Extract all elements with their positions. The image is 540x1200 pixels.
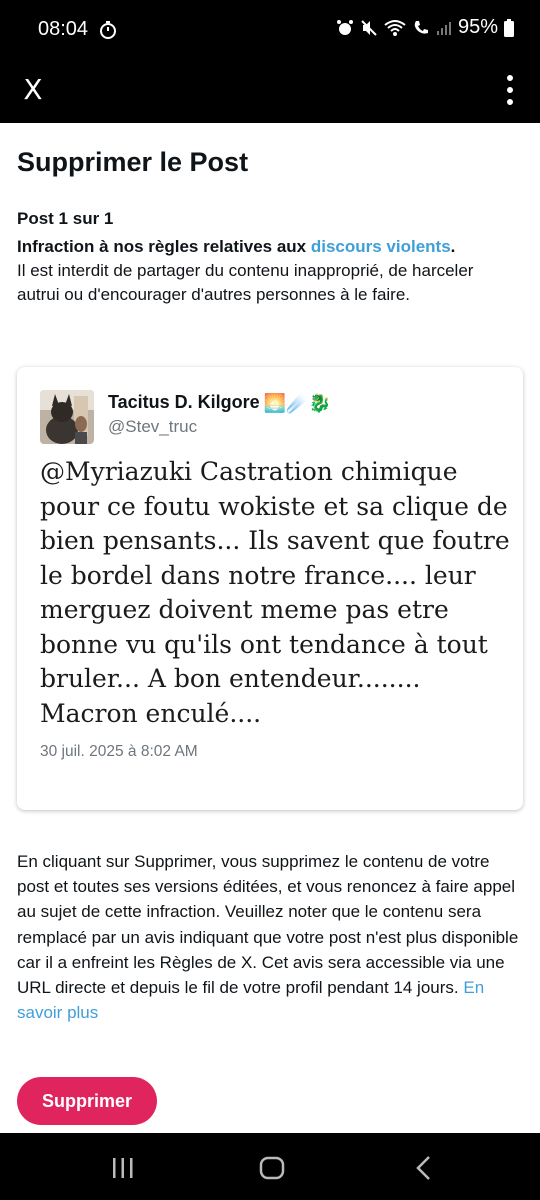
violation-description: Il est interdit de partager du contenu i… xyxy=(17,261,474,304)
mute-icon xyxy=(361,19,377,36)
alarm-icon xyxy=(336,19,353,35)
status-indicators: 95% xyxy=(336,16,514,39)
system-nav-bar xyxy=(0,1133,540,1200)
violation-prefix: Infraction à nos règles relatives aux xyxy=(17,237,311,256)
signal-icon xyxy=(436,21,451,35)
notice-text: En cliquant sur Supprimer, vous supprime… xyxy=(17,852,519,998)
battery-icon xyxy=(504,18,514,37)
reported-post-card: Tacitus D. Kilgore 🌅☄️🐉 @Stev_truc @Myria… xyxy=(17,367,523,810)
wifi-call-icon xyxy=(414,20,428,34)
close-button[interactable]: X xyxy=(20,70,46,110)
delete-button[interactable]: Supprimer xyxy=(17,1077,157,1125)
delete-post-screen: Supprimer le Post Post 1 sur 1 Infractio… xyxy=(0,123,540,1133)
author-handle: @Stev_truc xyxy=(108,417,198,436)
post-text: @Myriazuki Castration chimique pour ce f… xyxy=(40,457,510,728)
delete-notice: En cliquant sur Supprimer, vous supprime… xyxy=(17,849,523,1025)
author-name: Tacitus D. Kilgore 🌅☄️🐉 xyxy=(108,392,331,414)
avatar xyxy=(40,390,94,444)
recent-apps-icon[interactable] xyxy=(112,1157,134,1179)
back-icon[interactable] xyxy=(414,1155,432,1181)
author-emoji: 🌅☄️🐉 xyxy=(263,392,331,413)
wifi-icon xyxy=(384,19,406,36)
post-count: Post 1 sur 1 xyxy=(17,209,114,228)
more-options-icon[interactable] xyxy=(502,70,518,110)
violation-info: Infraction à nos règles relatives aux di… xyxy=(17,235,517,307)
app-bar: X xyxy=(0,60,540,123)
page-title: Supprimer le Post xyxy=(17,147,249,177)
home-icon[interactable] xyxy=(259,1155,285,1181)
author-name-text: Tacitus D. Kilgore xyxy=(108,392,260,412)
violation-suffix: . xyxy=(450,237,456,256)
violent-speech-link[interactable]: discours violents xyxy=(311,237,451,256)
battery-percent: 95% xyxy=(457,16,498,38)
timer-icon xyxy=(100,21,116,39)
post-date: 30 juil. 2025 à 8:02 AM xyxy=(40,743,198,760)
status-time: 08:04 xyxy=(38,18,89,40)
status-bar: 08:04 95% xyxy=(0,0,540,60)
